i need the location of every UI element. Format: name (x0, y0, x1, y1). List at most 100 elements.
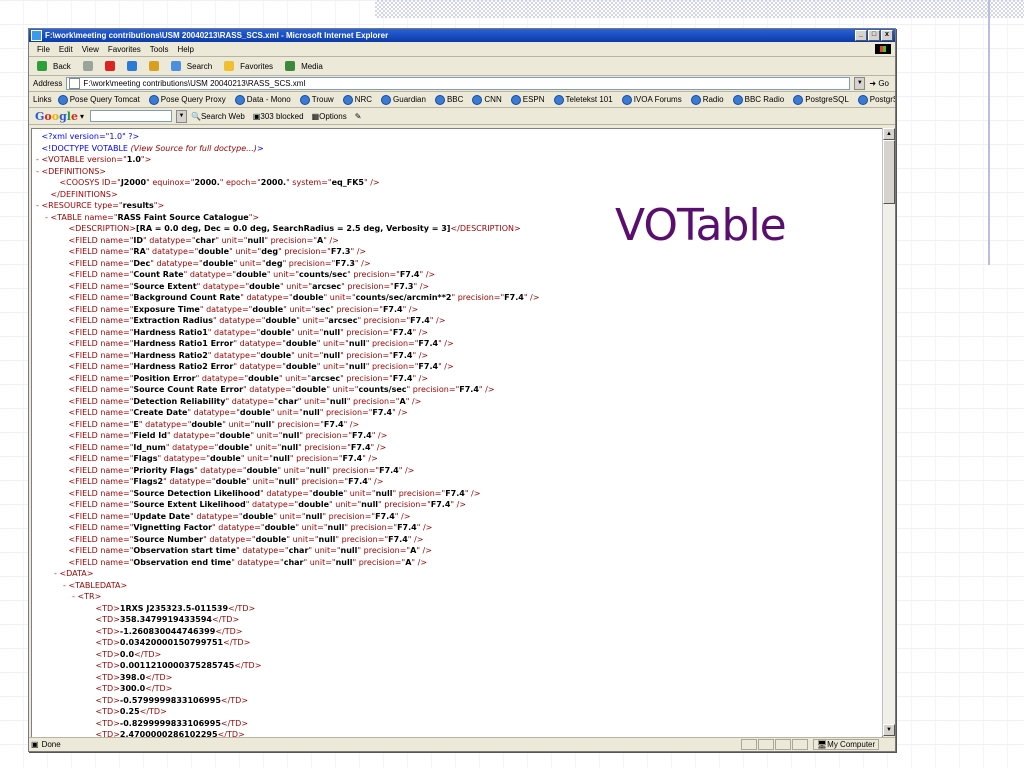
field-tag: - <FIELD name="Create Date" datatype="do… (68, 408, 408, 417)
maximize-button[interactable]: □ (868, 30, 880, 41)
back-button[interactable]: Back (37, 61, 77, 71)
link-item[interactable]: ESPN (510, 94, 545, 105)
link-item[interactable]: BBC (434, 94, 463, 105)
back-icon (37, 61, 47, 71)
forward-icon (82, 61, 93, 71)
title-bar[interactable]: F:\work\meeting contributions\USM 200402… (29, 29, 895, 42)
menu-help[interactable]: Help (177, 45, 193, 54)
field-tag: - <FIELD name="Detection Reliability" da… (68, 396, 422, 406)
field-tag: - <FIELD name="Priority Flags" datatype=… (68, 465, 415, 475)
forward-button[interactable] (82, 61, 99, 71)
vertical-scrollbar[interactable]: ▲ ▼ (882, 128, 895, 736)
google-menu-chevron-icon[interactable]: ▾ (80, 112, 84, 121)
scroll-up-icon[interactable]: ▲ (883, 128, 895, 140)
zone-label: My Computer (827, 740, 876, 749)
search-icon (170, 61, 181, 71)
menu-bar: File Edit View Favorites Tools Help (29, 42, 895, 57)
search-button[interactable]: Search (170, 61, 218, 71)
link-item[interactable]: Pose Query Proxy (148, 94, 226, 105)
page-done-icon: ▣ (31, 740, 39, 749)
scroll-down-icon[interactable]: ▼ (883, 724, 895, 736)
toolbar-label: Media (301, 61, 323, 71)
search-web-button[interactable]: 🔍 Search Web (191, 112, 245, 121)
ie-page-icon (381, 94, 392, 105)
td-cell: - <TD>0.0</TD> (95, 649, 162, 659)
link-item[interactable]: CNN (472, 94, 502, 105)
options-button[interactable]: ▦ Options (312, 112, 347, 121)
td-cell: - <TD>398.0</TD> (95, 672, 173, 682)
field-tag: - <FIELD name="Source Detection Likeliho… (68, 488, 481, 498)
field-tag: - <FIELD name="Position Error" datatype=… (68, 373, 429, 383)
link-item[interactable]: IVOA Forums (621, 94, 682, 105)
td-cell: - <TD>358.3479919433594</TD> (95, 615, 240, 624)
link-item[interactable]: Data - Mono (234, 94, 291, 105)
link-label: NRC (354, 95, 373, 104)
td-cell: - <TD>-1.260830044746399</TD> (95, 626, 243, 636)
status-segment (741, 739, 757, 750)
definitions-tag[interactable]: - <DEFINITIONS> (36, 166, 882, 178)
ie-page-icon (57, 94, 68, 105)
address-bar: Address F:\work\meeting contributions\US… (29, 76, 895, 92)
close-button[interactable]: x (881, 30, 893, 41)
link-label: BBC Radio (744, 95, 785, 104)
favorites-button[interactable]: Favorites (224, 61, 279, 71)
address-input[interactable]: F:\work\meeting contributions\USM 200402… (66, 77, 851, 90)
search-web-label: Search Web (200, 111, 245, 121)
tabledata-tag[interactable]: - <TABLEDATA> (36, 580, 882, 592)
favorites-icon (224, 61, 235, 71)
link-item[interactable]: PostgreSQL (793, 94, 849, 105)
field-tag: - <FIELD name="Hardness Ratio1 Error" da… (68, 339, 454, 348)
popup-blocked-button[interactable]: ▣ 303 blocked (253, 112, 304, 121)
link-item[interactable]: Guardian (381, 94, 426, 105)
highlighter-icon[interactable]: ✎ (355, 112, 362, 121)
ie-page-icon (299, 94, 310, 105)
media-icon (285, 61, 296, 71)
field-tag: - <FIELD name="Flags" datatype="double" … (68, 454, 378, 463)
ie-page-icon (690, 94, 701, 105)
address-dropdown-icon[interactable]: ▼ (854, 77, 866, 90)
tr-tag[interactable]: - <TR> (36, 591, 882, 603)
link-label: IVOA Forums (633, 95, 682, 104)
scroll-thumb[interactable] (883, 140, 895, 204)
media-button[interactable]: Media (285, 61, 329, 71)
status-bar: ▣ Done 🖥 My Computer (29, 737, 895, 751)
refresh-button[interactable] (126, 61, 143, 71)
google-search-dropdown-icon[interactable]: ▼ (176, 109, 187, 123)
page-icon (69, 78, 81, 89)
definitions-close-tag: - </DEFINITIONS> (50, 189, 118, 199)
field-tag: - <FIELD name="Update Date" datatype="do… (68, 511, 411, 521)
address-label: Address (33, 79, 63, 88)
links-label: Links (33, 95, 52, 104)
ie-page-icon (510, 94, 521, 105)
ie-page-icon (857, 94, 868, 105)
votable-tag[interactable]: - <VOTABLE version="1.0"> (36, 154, 882, 166)
menu-tools[interactable]: Tools (150, 45, 169, 54)
links-bar: Links Pose Query Tomcat Pose Query Proxy D… (29, 92, 895, 108)
google-search-input[interactable] (90, 110, 172, 122)
ie-page-icon (234, 94, 245, 105)
data-tag[interactable]: - <DATA> (36, 568, 882, 580)
link-item[interactable]: BBC Radio (732, 94, 785, 105)
stop-button[interactable] (104, 61, 121, 71)
link-label: CNN (484, 95, 502, 104)
td-cell: - <TD>1RXS J235323.5-011539</TD> (95, 603, 256, 613)
link-item[interactable]: Trouw (299, 94, 334, 105)
link-item[interactable]: Radio (690, 94, 724, 105)
menu-edit[interactable]: Edit (59, 45, 73, 54)
link-label: Radio (702, 95, 724, 104)
menu-view[interactable]: View (82, 45, 99, 54)
minimize-button[interactable]: _ (855, 30, 867, 41)
ie-page-icon (148, 94, 159, 105)
link-item[interactable]: Pose Query Tomcat (57, 94, 140, 105)
ie-app-icon (31, 30, 42, 41)
link-item[interactable]: Teletekst 101 (553, 94, 613, 105)
home-button[interactable] (148, 61, 165, 71)
menu-favorites[interactable]: Favorites (108, 45, 141, 54)
toolbar-label: Back (53, 61, 71, 71)
link-item[interactable]: NRC (342, 94, 373, 105)
slide-title: VOTable (615, 200, 787, 251)
link-item[interactable]: PostgrSQL Admin (857, 94, 895, 105)
go-button[interactable]: ➜ Go (869, 79, 889, 88)
td-cell: - <TD>-0.8299999833106995</TD> (95, 718, 249, 728)
menu-file[interactable]: File (37, 45, 50, 54)
